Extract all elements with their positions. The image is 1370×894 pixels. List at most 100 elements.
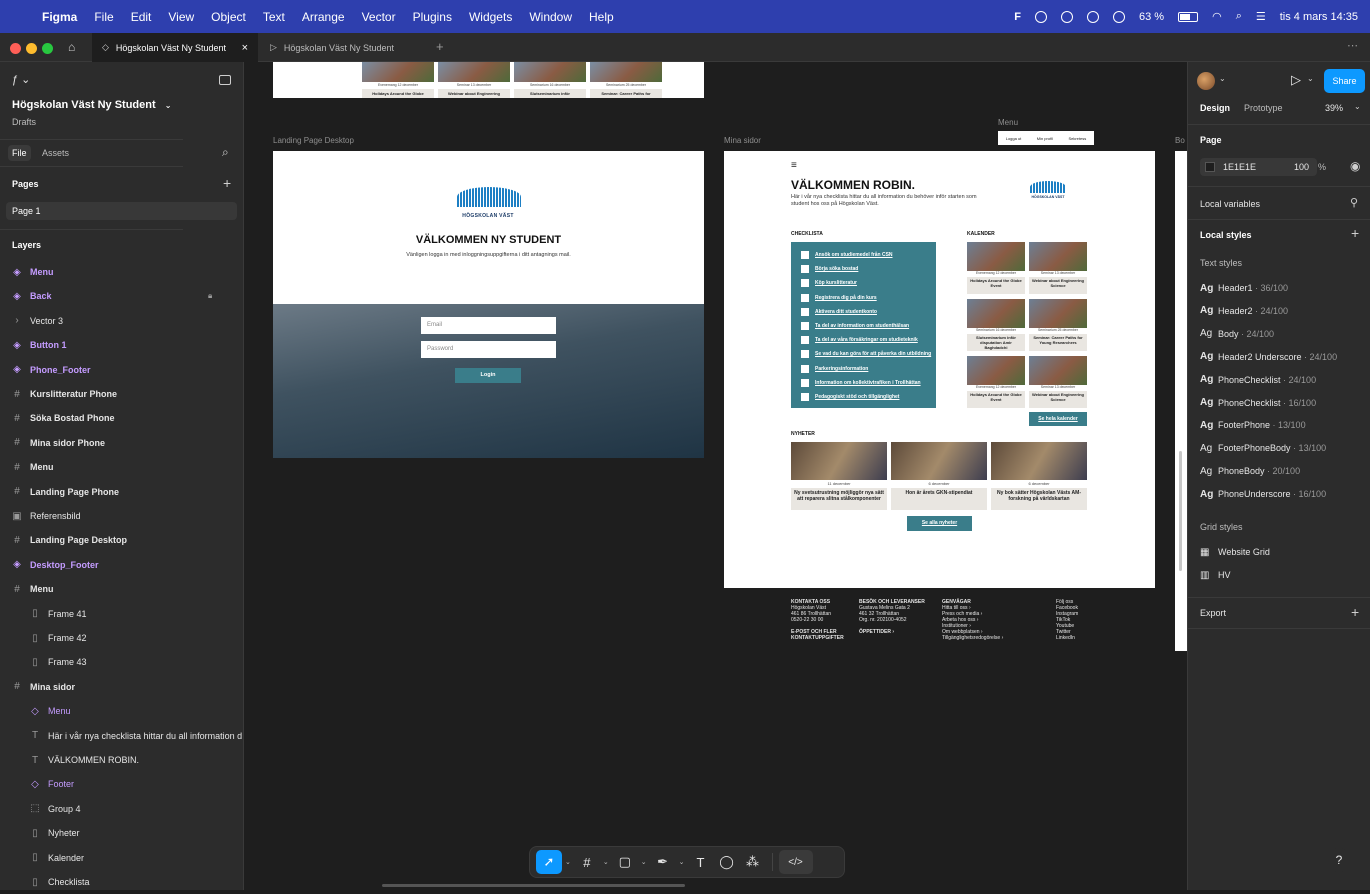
frame-label-landing[interactable]: Landing Page Desktop: [273, 136, 354, 145]
new-tab-icon[interactable]: +: [436, 39, 444, 54]
menu-view[interactable]: View: [168, 10, 194, 24]
close-window-button[interactable]: [10, 43, 21, 54]
news-card[interactable]: 6 december Ny bok sätter Högskolan Västs …: [991, 442, 1087, 510]
top-partial-frame[interactable]: Evenemang 12 december Holidays Around the…: [273, 62, 704, 98]
checklist-label[interactable]: Ta del av våra försäkringar om studietek…: [815, 337, 918, 343]
chevron-down-icon[interactable]: ⌄: [1354, 102, 1361, 111]
layer-row[interactable]: ▯ Nyheter: [0, 821, 244, 845]
search-icon[interactable]: ⌕: [1236, 10, 1242, 23]
datetime[interactable]: tis 4 mars 14:35: [1280, 11, 1358, 23]
checklist-label[interactable]: Ta del av information om studenthälsan: [815, 323, 909, 329]
layer-row[interactable]: ▯ Frame 43: [0, 650, 244, 674]
add-style-icon[interactable]: +: [1351, 225, 1359, 241]
minimize-window-button[interactable]: [26, 43, 37, 54]
chevron-down-icon[interactable]: ⌄: [1307, 74, 1314, 83]
layer-row[interactable]: ▯ Checklista: [0, 870, 244, 894]
checklist-item[interactable]: Aktivera ditt studentkonto: [801, 307, 877, 317]
desktop-footer[interactable]: KONTAKTA OSS Högskolan Väst 461 86 Troll…: [724, 588, 1155, 658]
calendar-card[interactable]: Evenemang 12 december Holidays Around the…: [362, 62, 434, 98]
checkbox[interactable]: [801, 293, 809, 302]
password-field[interactable]: Password: [421, 341, 556, 358]
menu-frame[interactable]: Logga ut Min profil Sekretess: [998, 131, 1094, 145]
footer-link[interactable]: LinkedIn: [1056, 635, 1106, 641]
checkbox[interactable]: [801, 393, 809, 401]
play-status-icon[interactable]: [1113, 10, 1125, 23]
menu-help[interactable]: Help: [589, 10, 614, 24]
news-card[interactable]: 6 december Hon är årets GKN-stipendiat: [891, 442, 987, 510]
email-field[interactable]: Email: [421, 317, 556, 334]
compass-icon[interactable]: [1061, 10, 1073, 23]
logout-pill[interactable]: Logga ut: [1006, 136, 1022, 141]
eye-icon[interactable]: ◉: [1350, 159, 1360, 173]
layer-row[interactable]: # Landing Page Desktop: [0, 528, 244, 552]
layer-row[interactable]: ⬚ Group 4: [0, 797, 244, 821]
text-style-row[interactable]: Ag FooterPhoneBody · 13/100: [1200, 439, 1360, 457]
text-style-row[interactable]: Ag PhoneChecklist · 24/100: [1200, 371, 1360, 389]
creative-cloud-icon[interactable]: [1035, 10, 1047, 23]
add-export-icon[interactable]: +: [1351, 604, 1359, 620]
menu-arrange[interactable]: Arrange: [302, 10, 345, 24]
landing-page-desktop-frame[interactable]: HÖGSKOLAN VÄST VÄLKOMMEN NY STUDENT Vänl…: [273, 151, 704, 458]
wifi-icon[interactable]: ◠: [1212, 10, 1222, 23]
checklist-item[interactable]: Ta del av våra försäkringar om studietek…: [801, 335, 918, 345]
login-button[interactable]: Login: [455, 368, 521, 383]
more-tabs-icon[interactable]: ⋯: [1347, 39, 1358, 52]
layer-row[interactable]: # Menu: [0, 577, 244, 601]
control-center-icon[interactable]: ☰: [1256, 10, 1266, 23]
menu-widgets[interactable]: Widgets: [469, 10, 512, 24]
calendar-card[interactable]: Seminarium 16 december Slutseminarium inf…: [967, 299, 1025, 351]
lock-icon[interactable]: 🔒︎: [208, 291, 212, 301]
scrollbar[interactable]: [1179, 451, 1182, 571]
text-style-row[interactable]: Ag PhoneBody · 20/100: [1200, 462, 1360, 480]
tab-prototype[interactable]: ▷ Högskolan Väst Ny Student: [260, 33, 426, 62]
frame-label-menu[interactable]: Menu: [998, 118, 1018, 127]
checklist-label[interactable]: Se vad du kan göra för att påverka din u…: [815, 351, 931, 357]
checklist-label[interactable]: Parkeringsinformation: [815, 366, 868, 372]
variables-icon[interactable]: ⚲: [1350, 196, 1358, 209]
layer-row[interactable]: ◇ Footer: [0, 772, 244, 796]
layer-row[interactable]: T Här i vår nya checklista hittar du all …: [0, 724, 244, 748]
layer-row[interactable]: ▯ Frame 42: [0, 626, 244, 650]
tab-file-active[interactable]: ◇ Högskolan Väst Ny Student ×: [92, 33, 258, 62]
checklist-label[interactable]: Börja söka bostad: [815, 266, 858, 272]
layer-row[interactable]: ◈ Menu: [0, 260, 244, 284]
checklist-item[interactable]: Se vad du kan göra för att påverka din u…: [801, 349, 931, 359]
share-button[interactable]: Share: [1324, 69, 1365, 93]
sidebar-toggle-icon[interactable]: [219, 75, 231, 85]
present-icon[interactable]: ▷: [1291, 72, 1301, 88]
checkbox[interactable]: [801, 322, 809, 330]
layer-row[interactable]: # Mina sidor: [0, 675, 244, 699]
checklist-box[interactable]: Ansök om studiemedel från CSN Börja söka …: [791, 242, 936, 408]
help-icon[interactable]: ?: [1327, 848, 1351, 872]
footer-heading[interactable]: ÖPPETTIDER ›: [859, 629, 931, 635]
checkbox[interactable]: [801, 279, 809, 288]
layer-row[interactable]: # Kurslitteratur Phone: [0, 382, 244, 406]
checkbox[interactable]: [801, 265, 809, 274]
menu-window[interactable]: Window: [529, 10, 572, 24]
avatar[interactable]: [1197, 72, 1215, 90]
checklist-label[interactable]: Information om kollektivtrafiken i Troll…: [815, 380, 921, 386]
tab-design[interactable]: Design: [1200, 103, 1230, 113]
search-icon[interactable]: ⌕: [222, 145, 229, 160]
checklist-label[interactable]: Aktivera ditt studentkonto: [815, 309, 877, 315]
calendar-card[interactable]: Seminar 13 december Webinar about Enginee…: [1029, 356, 1087, 408]
frame-label-mina[interactable]: Mina sidor: [724, 136, 761, 145]
export-title[interactable]: Export: [1200, 608, 1226, 618]
checklist-item[interactable]: Köp kurslitteratur: [801, 278, 857, 288]
see-calendar-button[interactable]: Se hela kalender: [1029, 412, 1087, 426]
local-variables[interactable]: Local variables: [1200, 199, 1260, 209]
layer-row[interactable]: ◇ Menu: [0, 699, 244, 723]
mina-sidor-frame[interactable]: ≡ VÄLKOMMEN ROBIN. Här i vår nya checkli…: [724, 151, 1155, 588]
frame-tool-icon[interactable]: #: [574, 850, 600, 874]
checklist-item[interactable]: Ansök om studiemedel från CSN: [801, 250, 893, 260]
add-page-icon[interactable]: +: [223, 175, 231, 191]
text-style-row[interactable]: Ag Header2 Underscore · 24/100: [1200, 348, 1360, 366]
color-swatch[interactable]: [1205, 162, 1215, 172]
layer-row[interactable]: # Mina sidor Phone: [0, 431, 244, 455]
home-icon[interactable]: ⌂: [68, 40, 75, 54]
tab-assets[interactable]: Assets: [42, 148, 69, 158]
layer-row[interactable]: # Menu: [0, 455, 244, 479]
chevron-down-icon[interactable]: ⌄: [1219, 74, 1226, 83]
layer-row[interactable]: ▯ Frame 41: [0, 602, 244, 626]
layer-row[interactable]: ◈ Desktop_Footer: [0, 553, 244, 577]
